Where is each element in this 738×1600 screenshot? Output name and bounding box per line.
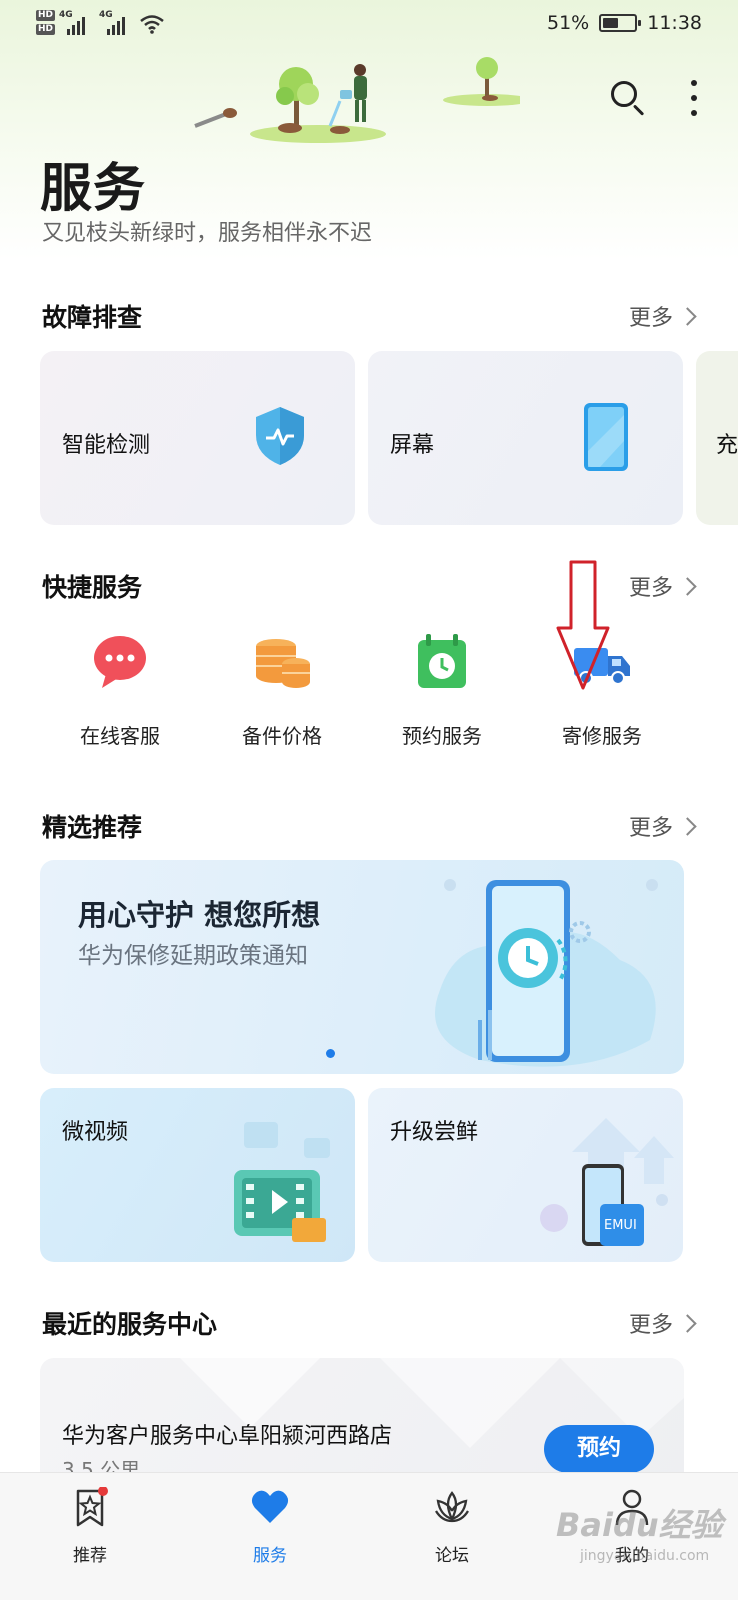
signal-icon-2: 4G [99,10,129,35]
quick-services-more-link[interactable]: 更多 [628,570,697,602]
status-left: HD HD 4G 4G [36,10,165,38]
troubleshoot-more-link[interactable]: 更多 [628,300,697,332]
tab-recommend[interactable]: 推荐 [40,1486,140,1566]
centers-more-link[interactable]: 更多 [628,1307,697,1339]
carousel-indicator [326,1049,335,1058]
star-bookmark-icon [76,1486,108,1527]
card-smart-detect[interactable]: 智能检测 [40,351,355,525]
network-type-2: 4G [99,10,113,20]
card-charging-partial[interactable]: 充 [696,351,738,525]
chevron-right-icon [678,576,697,596]
coins-icon [256,639,310,688]
page-title: 服务 [40,159,147,219]
tab-service-label: 服务 [253,1546,287,1566]
tab-recommend-label: 推荐 [73,1546,107,1566]
tab-forum[interactable]: 论坛 [402,1487,502,1566]
heart-icon [251,1490,289,1523]
gardening-illustration [194,57,520,143]
service-center-name: 华为客户服务中心阜阳颍河西路店 [62,1424,393,1449]
lotus-icon [435,1491,469,1523]
card-charging-label: 充 [716,433,738,458]
featured-more-link[interactable]: 更多 [628,810,697,842]
centers-title: 最近的服务中心 [42,1310,218,1339]
chevron-right-icon [678,1313,697,1333]
status-bar: HD HD 4G 4G 51% 11:38 [0,0,738,50]
hd-badge-1: HD [36,10,56,21]
tab-service[interactable]: 服务 [220,1487,320,1566]
video-icon [234,1122,330,1242]
banner-title: 用心守护 想您所想 [78,898,321,932]
hd-badge-2: HD [36,24,56,35]
quick-appointment-label: 预约服务 [402,724,482,748]
annotation-arrow-icon [556,560,610,690]
quick-parts-price[interactable]: 备件价格 [202,630,362,749]
wifi-icon [139,14,165,34]
banner-subtitle: 华为保修延期政策通知 [78,943,308,969]
emui-badge: EMUI [604,1218,637,1233]
hd-badges: HD HD [36,10,56,38]
warranty-phone-illustration [435,879,658,1067]
chevron-right-icon [678,306,697,326]
calendar-clock-icon [418,634,466,688]
centers-more-label: 更多 [628,1313,673,1338]
clock: 11:38 [647,12,702,34]
signal-icon-1: 4G [59,10,89,35]
featured-more-label: 更多 [628,816,673,841]
tile-micro-video[interactable]: 微视频 [40,1088,355,1262]
baidu-watermark-url: jingyan.baidu.com [580,1548,710,1564]
shield-icon [256,407,304,465]
card-screen[interactable]: 屏幕 [368,351,683,525]
search-icon[interactable] [608,78,648,118]
battery-percent: 51% [547,12,590,34]
tile-micro-video-label: 微视频 [62,1120,129,1145]
quick-mail-repair-label: 寄修服务 [562,724,642,748]
troubleshoot-title: 故障排查 [42,303,143,332]
more-options-icon[interactable] [690,80,698,116]
tile-upgrade-preview-label: 升级尝鲜 [390,1120,479,1145]
baidu-watermark: Baidu经验 [556,1506,723,1544]
battery-icon [599,14,642,32]
featured-title: 精选推荐 [42,813,143,842]
quick-online-service-label: 在线客服 [80,724,160,748]
chat-bubble-icon [94,636,146,688]
phone-screen-icon [584,403,628,471]
card-smart-detect-label: 智能检测 [62,433,151,458]
quick-services-more-label: 更多 [628,576,673,601]
tab-forum-label: 论坛 [435,1546,469,1566]
book-button[interactable]: 预约 [544,1425,654,1473]
status-right: 51% 11:38 [547,12,702,34]
network-type-1: 4G [59,10,73,20]
page-subtitle: 又见枝头新绿时，服务相伴永不迟 [42,221,373,246]
troubleshoot-more-label: 更多 [628,306,673,331]
tile-upgrade-preview[interactable]: 升级尝鲜 EMUI [368,1088,683,1262]
featured-banner[interactable]: 用心守护 想您所想 华为保修延期政策通知 [40,860,684,1074]
quick-parts-price-label: 备件价格 [242,724,322,748]
header-actions [608,78,698,118]
quick-services-title: 快捷服务 [42,573,143,602]
card-screen-label: 屏幕 [390,433,435,458]
upgrade-icon [540,1118,674,1246]
chevron-right-icon [678,816,697,836]
quick-online-service[interactable]: 在线客服 [40,630,200,749]
quick-appointment[interactable]: 预约服务 [362,630,522,749]
